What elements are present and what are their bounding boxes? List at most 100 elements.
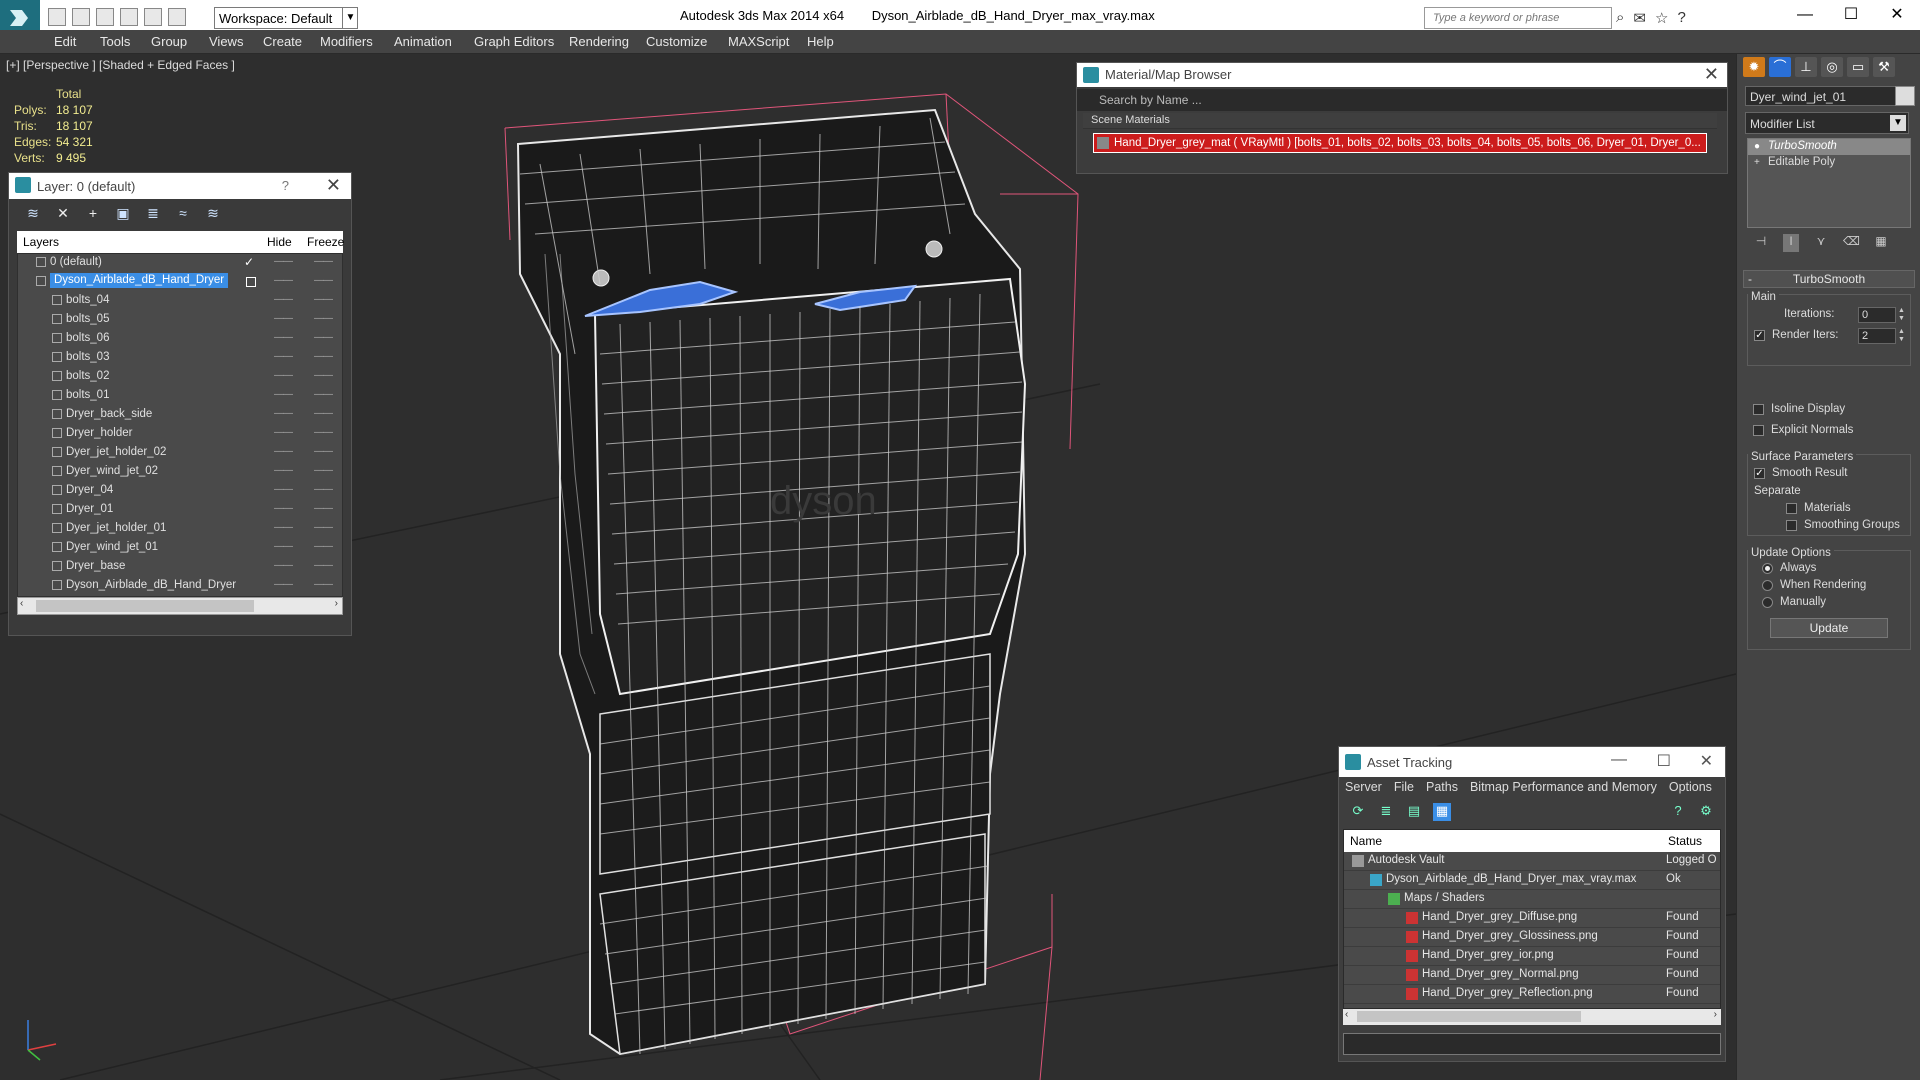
collapse-icon[interactable]: -	[1748, 272, 1752, 286]
asset-row[interactable]: Hand_Dryer_grey_Diffuse.png Found	[1344, 909, 1720, 928]
freeze-toggle[interactable]: ——	[314, 484, 333, 495]
make-unique-icon[interactable]: ⋎	[1813, 234, 1829, 252]
keyword-search-input[interactable]: Type a keyword or phrase	[1424, 7, 1612, 29]
scroll-right-icon[interactable]: ›	[1714, 1009, 1717, 1020]
asset-row[interactable]: Maps / Shaders	[1344, 890, 1720, 909]
hide-toggle[interactable]: ——	[274, 389, 293, 400]
freeze-toggle[interactable]: ——	[314, 332, 333, 343]
freeze-toggle[interactable]: ——	[314, 389, 333, 400]
material-item[interactable]: Hand_Dryer_grey_mat ( VRayMtl ) [bolts_0…	[1093, 133, 1707, 153]
iterations-spinner[interactable]: 0	[1858, 307, 1896, 323]
freeze-toggle[interactable]: ——	[314, 313, 333, 324]
manually-radio[interactable]	[1762, 597, 1773, 608]
remove-modifier-icon[interactable]: ⌫	[1843, 234, 1860, 252]
bulb-icon[interactable]: ●	[1754, 141, 1760, 152]
hide-toggle[interactable]: ——	[274, 560, 293, 571]
delete-icon[interactable]: ✕	[53, 205, 73, 223]
scroll-left-icon[interactable]: ‹	[1345, 1009, 1348, 1020]
communication-center-icon[interactable]: ✉	[1633, 9, 1646, 27]
when-rendering-radio[interactable]	[1762, 580, 1773, 591]
menu-tools[interactable]: Tools	[100, 34, 130, 49]
minimize-icon[interactable]: —	[1782, 0, 1828, 30]
freeze-toggle[interactable]: ——	[314, 351, 333, 362]
name-column-header[interactable]: Name	[1350, 834, 1382, 848]
materials-checkbox[interactable]	[1786, 503, 1797, 514]
asset-tracking-titlebar[interactable]: Asset Tracking — ☐ ✕	[1339, 747, 1725, 777]
list-view-icon[interactable]: ≣	[1377, 803, 1395, 821]
object-name-field[interactable]: Dyer_wind_jet_01	[1745, 86, 1905, 106]
asset-row[interactable]: Dyson_Airblade_dB_Hand_Dryer_max_vray.ma…	[1344, 871, 1720, 890]
close-icon[interactable]: ✕	[1874, 0, 1920, 30]
layer-new-icon[interactable]: ≋	[23, 205, 43, 223]
freeze-toggle[interactable]: ——	[314, 294, 333, 305]
hide-toggle[interactable]: ——	[274, 522, 293, 533]
hide-toggle[interactable]: ——	[274, 351, 293, 362]
redo-icon[interactable]	[144, 8, 162, 26]
spinner-arrows-icon[interactable]: ▲ ▼	[1898, 328, 1906, 344]
freeze-toggle[interactable]: ——	[314, 522, 333, 533]
chevron-down-icon[interactable]: ▼	[342, 7, 358, 29]
menu-create[interactable]: Create	[263, 34, 302, 49]
freeze-toggle[interactable]: ——	[314, 408, 333, 419]
create-tab-icon[interactable]: ✹	[1743, 57, 1765, 77]
help-icon[interactable]: ?	[282, 178, 289, 193]
material-search-input[interactable]: Search by Name ...	[1077, 89, 1727, 111]
viewport-label[interactable]: [+] [Perspective ] [Shaded + Edged Faces…	[6, 58, 235, 72]
show-end-result-icon[interactable]: Ι	[1783, 234, 1799, 252]
menu-views[interactable]: Views	[209, 34, 243, 49]
menu-graph-editors[interactable]: Graph Editors	[474, 34, 554, 49]
freeze-toggle[interactable]: ——	[314, 560, 333, 571]
menu-server[interactable]: Server	[1345, 780, 1382, 796]
asset-row[interactable]: Hand_Dryer_grey_Glossiness.png Found	[1344, 928, 1720, 947]
freeze-column-header[interactable]: Freeze	[307, 235, 344, 249]
freeze-toggle[interactable]: ——	[314, 256, 333, 267]
menu-maxscript[interactable]: MAXScript	[728, 34, 789, 49]
layer-row[interactable]: bolts_01 —— ——	[18, 387, 338, 406]
layer-row[interactable]: Dryer_back_side —— ——	[18, 406, 338, 425]
scroll-right-icon[interactable]: ›	[335, 598, 338, 609]
layer-row[interactable]: Dryer_base —— ——	[18, 558, 338, 577]
highlight-icon[interactable]: ≣	[143, 205, 163, 223]
close-icon[interactable]: ✕	[326, 175, 341, 196]
menu-animation[interactable]: Animation	[394, 34, 452, 49]
layer-row[interactable]: Dryer_01 —— ——	[18, 501, 338, 520]
isoline-display-checkbox[interactable]	[1753, 404, 1764, 415]
hide-toggle[interactable]: ——	[274, 370, 293, 381]
freeze-all-icon[interactable]: ≋	[203, 205, 223, 223]
smoothing-groups-checkbox[interactable]	[1786, 520, 1797, 531]
always-radio[interactable]	[1762, 563, 1773, 574]
layer-row[interactable]: Dyer_jet_holder_02 —— ——	[18, 444, 338, 463]
scrollbar-thumb[interactable]	[36, 600, 254, 612]
spinner-arrows-icon[interactable]: ▲ ▼	[1898, 307, 1906, 323]
stack-item-editable-poly[interactable]: + Editable Poly	[1748, 155, 1910, 171]
menu-modifiers[interactable]: Modifiers	[320, 34, 373, 49]
active-layer-check-icon[interactable]: ✓	[244, 255, 254, 269]
freeze-toggle[interactable]: ——	[314, 275, 333, 286]
explicit-normals-checkbox[interactable]	[1753, 425, 1764, 436]
project-folder-icon[interactable]	[168, 8, 186, 26]
turbosmooth-rollout-header[interactable]: - TurboSmooth	[1743, 270, 1915, 288]
maximize-icon[interactable]: ☐	[1828, 0, 1874, 30]
smooth-result-checkbox[interactable]: ✓	[1754, 468, 1765, 479]
table-view-icon[interactable]: ▦	[1433, 803, 1451, 821]
layer-explorer-titlebar[interactable]: Layer: 0 (default) ? ✕	[9, 173, 351, 199]
scene-materials-section[interactable]: Scene Materials	[1083, 113, 1717, 129]
layer-row[interactable]: bolts_04 —— ——	[18, 292, 338, 311]
menu-group[interactable]: Group	[151, 34, 187, 49]
motion-tab-icon[interactable]: ◎	[1821, 57, 1843, 77]
asset-row[interactable]: Hand_Dryer_grey_Reflection.png Found	[1344, 985, 1720, 1004]
hide-all-icon[interactable]: ≈	[173, 205, 193, 223]
material-browser-titlebar[interactable]: Material/Map Browser ✕	[1077, 63, 1727, 87]
layer-row[interactable]: Dyer_jet_holder_01 —— ——	[18, 520, 338, 539]
render-iters-spinner[interactable]: 2	[1858, 328, 1896, 344]
layer-row[interactable]: Dryer_04 —— ——	[18, 482, 338, 501]
freeze-toggle[interactable]: ——	[314, 465, 333, 476]
close-icon[interactable]: ✕	[1704, 64, 1719, 85]
object-color-swatch[interactable]	[1895, 86, 1915, 106]
menu-edit[interactable]: Edit	[54, 34, 76, 49]
set-current-layer-icon[interactable]	[246, 277, 256, 287]
refresh-icon[interactable]: ⟳	[1349, 803, 1367, 821]
hide-toggle[interactable]: ——	[274, 332, 293, 343]
asset-row[interactable]: Hand_Dryer_grey_ior.png Found	[1344, 947, 1720, 966]
menu-customize[interactable]: Customize	[646, 34, 707, 49]
